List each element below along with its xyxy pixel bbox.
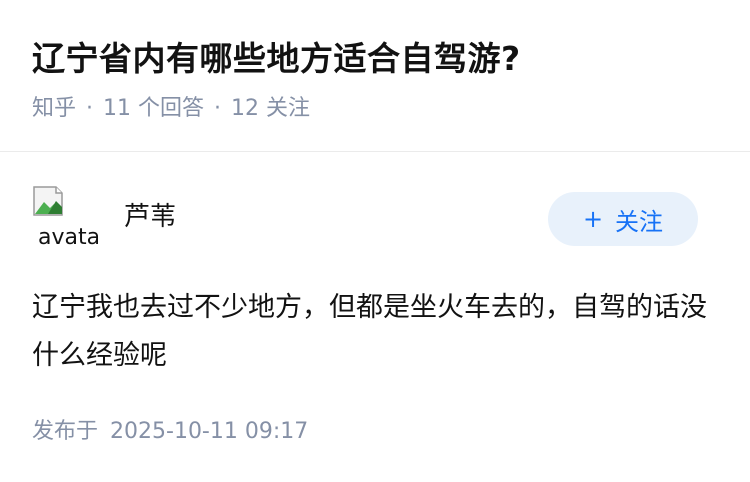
avatar-alt-text: avatar: [38, 225, 98, 250]
answer-content: 辽宁我也去过不少地方，但都是坐火车去的，自驾的话没什么经验呢: [32, 292, 707, 371]
question-meta: 知乎 · 11 个回答 · 12 关注: [32, 93, 310, 125]
site-name[interactable]: 知乎: [32, 96, 76, 121]
question-header: 辽宁省内有哪些地方适合自驾游? 知乎 · 11 个回答 · 12 关注: [0, 0, 750, 152]
follower-count[interactable]: 12 关注: [231, 96, 310, 121]
follow-button-label: 关注: [615, 207, 664, 236]
plus-icon: +: [582, 205, 604, 233]
publish-label: 发布于: [32, 419, 99, 444]
publish-time: 2025-10-11 09:17: [110, 419, 309, 444]
author-name[interactable]: 芦苇: [124, 200, 176, 234]
publish-info: 发布于 2025-10-11 09:17: [32, 416, 308, 448]
page: 辽宁省内有哪些地方适合自驾游? 知乎 · 11 个回答 · 12 关注 avatar 芦…: [0, 0, 750, 482]
separator-dot: ·: [86, 96, 94, 121]
answer-card: avatar 芦苇 + 关注 辽宁我也去过不少地方，但都是坐火车去的，自驾的话没…: [0, 152, 750, 482]
avatar[interactable]: avatar: [32, 185, 98, 251]
answer-count[interactable]: 11 个回答: [103, 96, 204, 121]
separator-dot: ·: [214, 96, 222, 121]
question-title[interactable]: 辽宁省内有哪些地方适合自驾游?: [32, 36, 521, 82]
follow-button[interactable]: + 关注: [548, 192, 698, 246]
